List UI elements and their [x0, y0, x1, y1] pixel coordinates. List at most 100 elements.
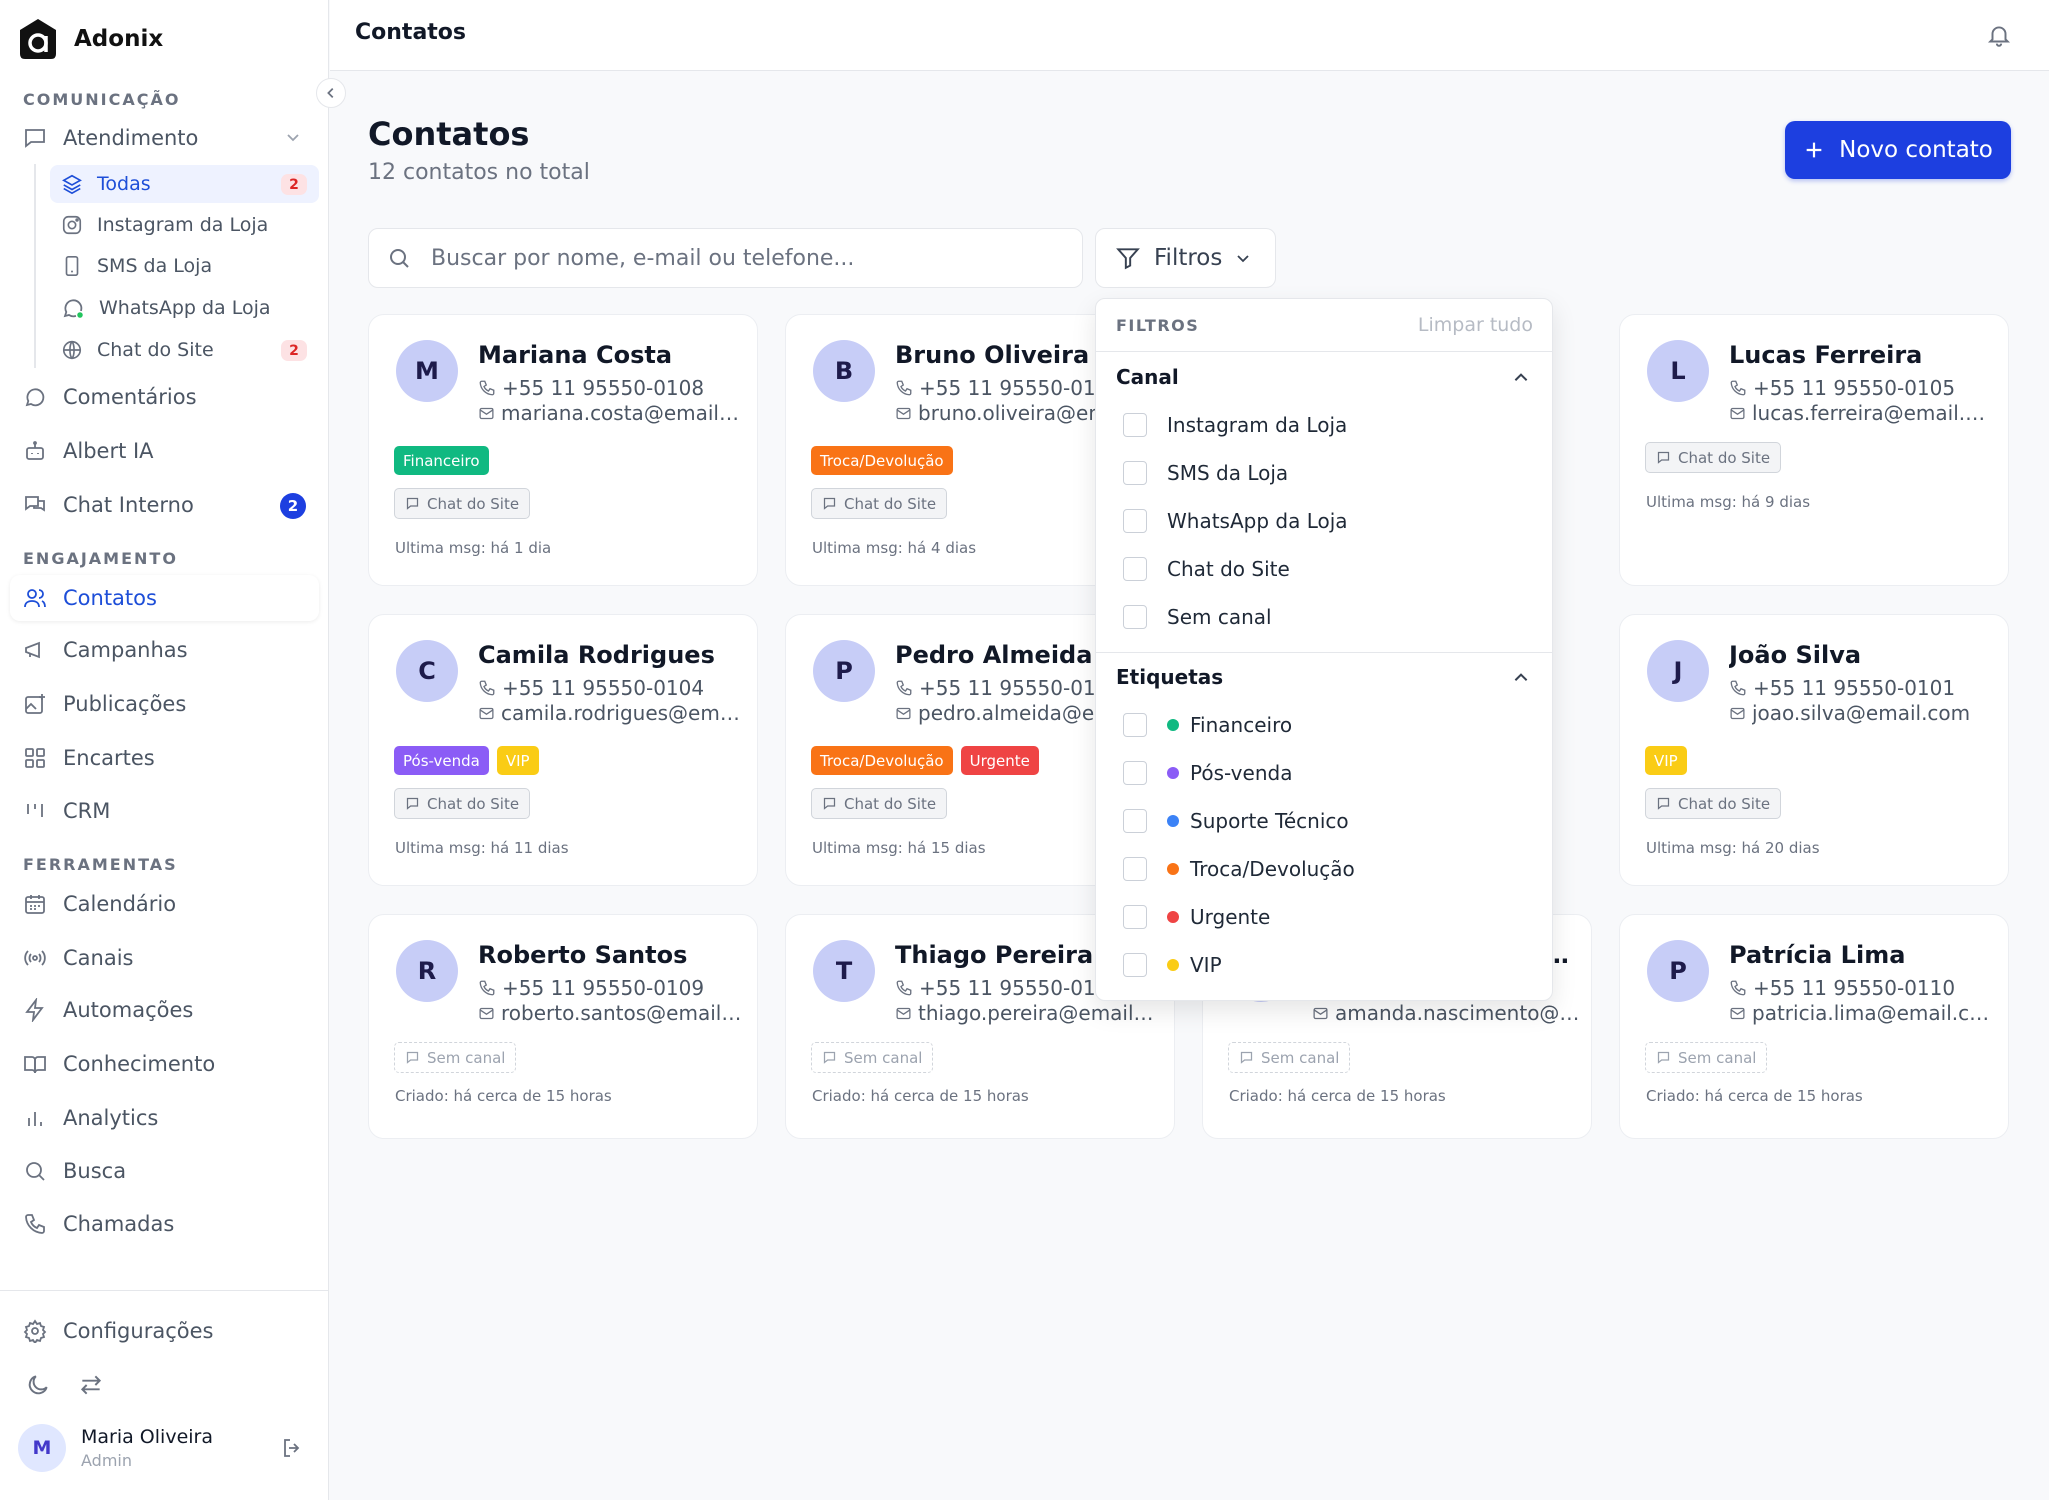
sub-item-label: Chat do Site — [97, 339, 214, 361]
checkbox[interactable] — [1123, 461, 1147, 485]
switch-arrows-icon[interactable] — [78, 1372, 104, 1398]
contact-card[interactable]: M Mariana Costa +55 11 95550-0108 mariana.c… — [368, 314, 758, 586]
phone-icon — [23, 1212, 47, 1236]
filter-option-canal[interactable]: WhatsApp da Loja — [1123, 509, 1348, 533]
nav-encartes[interactable]: Encartes — [10, 735, 319, 781]
moon-icon[interactable] — [25, 1372, 51, 1398]
collapse-sidebar-button[interactable] — [316, 78, 346, 108]
filter-option-canal[interactable]: Sem canal — [1123, 605, 1272, 629]
contact-card[interactable]: L Lucas Ferreira +55 11 95550-0105 lucas.fe… — [1619, 314, 2009, 586]
filter-option-canal[interactable]: SMS da Loja — [1123, 461, 1288, 485]
new-contact-button[interactable]: Novo contato — [1785, 121, 2011, 179]
group-canal-title[interactable]: Canal — [1116, 365, 1179, 389]
checkbox[interactable] — [1123, 605, 1147, 629]
contact-email: joao.silva@email.com — [1729, 701, 1997, 725]
filter-option-canal[interactable]: Chat do Site — [1123, 557, 1290, 581]
dropdown-title: FILTROS — [1116, 316, 1200, 335]
filter-option-canal[interactable]: Instagram da Loja — [1123, 413, 1347, 437]
phone-text: +55 11 95550-0110 — [1753, 976, 1956, 1000]
checkbox[interactable] — [1123, 953, 1147, 977]
checkbox[interactable] — [1123, 761, 1147, 785]
sub-item-chat-site[interactable]: Chat do Site 2 — [50, 331, 319, 369]
email-text: mariana.costa@email… — [501, 401, 739, 425]
checkbox[interactable] — [1123, 713, 1147, 737]
mail-icon — [478, 705, 495, 722]
sub-item-whatsapp[interactable]: WhatsApp da Loja — [50, 289, 319, 327]
sub-item-sms[interactable]: SMS da Loja — [50, 247, 319, 285]
filter-option-etiqueta[interactable]: Suporte Técnico — [1123, 809, 1349, 833]
channel-chip: Sem canal — [811, 1042, 934, 1073]
nav-chat-interno[interactable]: Chat Interno 2 — [10, 482, 319, 528]
chevron-down-icon[interactable] — [285, 129, 301, 145]
filter-option-etiqueta[interactable]: Urgente — [1123, 905, 1270, 929]
channel-chip: Sem canal — [394, 1042, 517, 1073]
channel-chip: Sem canal — [1645, 1042, 1768, 1073]
nav-conhecimento[interactable]: Conhecimento — [10, 1041, 319, 1087]
nav-albert-ia[interactable]: Albert IA — [10, 428, 319, 474]
nav-analytics[interactable]: Analytics — [10, 1095, 319, 1141]
nav-label: Campanhas — [63, 638, 188, 662]
phone-icon — [478, 979, 496, 997]
nav-crm[interactable]: CRM — [10, 788, 319, 834]
checkbox[interactable] — [1123, 557, 1147, 581]
filter-option-etiqueta[interactable]: Pós-venda — [1123, 761, 1292, 785]
search-input[interactable]: Buscar por nome, e-mail ou telefone... — [368, 228, 1083, 288]
checkbox[interactable] — [1123, 509, 1147, 533]
nav-automacoes[interactable]: Automações — [10, 987, 319, 1033]
sidebar-footer-divider — [0, 1290, 329, 1291]
nav-chamadas[interactable]: Chamadas — [10, 1201, 319, 1247]
avatar: M — [396, 340, 458, 402]
tag-list: Troca/Devolução — [811, 446, 953, 475]
book-icon — [23, 1052, 47, 1076]
nav-canais[interactable]: Canais — [10, 935, 319, 981]
checkbox[interactable] — [1123, 857, 1147, 881]
bell-icon[interactable] — [1986, 22, 2012, 48]
nav-publicacoes[interactable]: Publicações — [10, 681, 319, 727]
contact-name: Patrícia Lima — [1729, 941, 1906, 969]
filter-option-etiqueta[interactable]: Financeiro — [1123, 713, 1292, 737]
nav-contatos[interactable]: Contatos — [10, 575, 319, 621]
nav-label: Conhecimento — [63, 1052, 216, 1076]
sub-item-label: Todas — [97, 173, 151, 195]
sub-item-todas[interactable]: Todas 2 — [50, 165, 319, 203]
last-message: Ultima msg: há 11 dias — [395, 839, 569, 857]
contact-card[interactable]: J João Silva +55 11 95550-0101 joao.silva@e… — [1619, 614, 2009, 886]
nav-busca[interactable]: Busca — [10, 1148, 319, 1194]
clear-all-link[interactable]: Limpar tudo — [1418, 314, 1533, 336]
plus-icon — [1803, 139, 1825, 161]
checkbox[interactable] — [1123, 413, 1147, 437]
chat-icon — [405, 796, 420, 811]
nav-configuracoes[interactable]: Configurações — [10, 1308, 319, 1354]
nav-campanhas[interactable]: Campanhas — [10, 627, 319, 673]
avatar: C — [396, 640, 458, 702]
contact-email: patricia.lima@email.c… — [1729, 1001, 1997, 1025]
instagram-icon — [61, 214, 83, 236]
logout-icon[interactable] — [280, 1436, 304, 1460]
tag-badge: Urgente — [960, 746, 1039, 775]
nav-comentarios[interactable]: Comentários — [10, 374, 319, 420]
last-message: Criado: há cerca de 15 horas — [1646, 1087, 1863, 1105]
filter-option-etiqueta[interactable]: Troca/Devolução — [1123, 857, 1355, 881]
checkbox[interactable] — [1123, 809, 1147, 833]
user-profile[interactable]: M Maria Oliveira Admin — [18, 1424, 213, 1472]
checkbox[interactable] — [1123, 905, 1147, 929]
mail-icon — [1729, 1005, 1746, 1022]
option-label: Instagram da Loja — [1167, 413, 1348, 437]
phone-icon — [895, 679, 913, 697]
app-name: Adonix — [74, 26, 164, 52]
nav-label: Automações — [63, 998, 194, 1022]
filters-button[interactable]: Filtros — [1095, 228, 1276, 288]
chevron-up-icon[interactable] — [1512, 669, 1530, 687]
zap-icon — [23, 998, 47, 1022]
filter-option-etiqueta[interactable]: VIP — [1123, 953, 1222, 977]
chevron-up-icon[interactable] — [1512, 369, 1530, 387]
brand[interactable]: Adonix — [19, 18, 163, 60]
nav-calendario[interactable]: Calendário — [10, 881, 319, 927]
contact-card[interactable]: R Roberto Santos +55 11 95550-0109 roberto.… — [368, 914, 758, 1139]
nav-atendimento[interactable]: Atendimento — [10, 115, 319, 161]
phone-text: +55 11 95550-0101 — [1753, 676, 1956, 700]
contact-card[interactable]: C Camila Rodrigues +55 11 95550-0104 camila… — [368, 614, 758, 886]
sub-item-instagram[interactable]: Instagram da Loja — [50, 206, 319, 244]
group-etiquetas-title[interactable]: Etiquetas — [1116, 665, 1223, 689]
contact-card[interactable]: P Patrícia Lima +55 11 95550-0110 patricia.… — [1619, 914, 2009, 1139]
